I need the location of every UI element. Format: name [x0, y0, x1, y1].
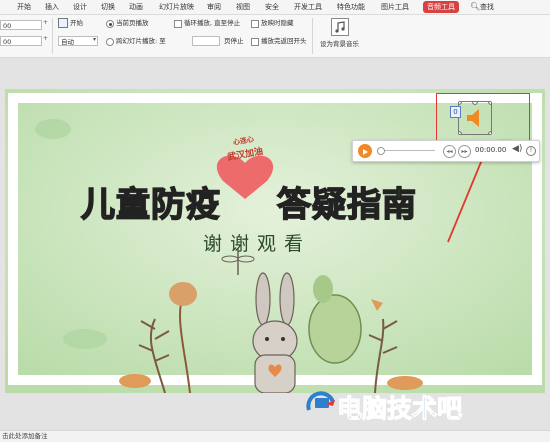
tab-review[interactable]: 审阅	[207, 1, 221, 13]
ribbon-panel: 00 + 00 + 开始 自动 ▾ 当前页播放 跨幻灯片播放: 至 页停止 循环…	[0, 15, 550, 58]
current-page-radio[interactable]	[106, 20, 114, 28]
tab-picture-tools[interactable]: 图片工具	[381, 1, 409, 13]
loop-label: 循环播放, 直至停止	[184, 19, 241, 27]
hide-checkbox[interactable]	[251, 20, 259, 28]
spin-down-icon[interactable]: +	[43, 35, 48, 42]
set-bg-music-label[interactable]: 设为背景音乐	[320, 39, 359, 49]
current-page-label: 当前页播放	[116, 19, 149, 27]
background-music-icon[interactable]	[331, 18, 349, 36]
loop-checkbox[interactable]	[174, 20, 182, 28]
tab-animation[interactable]: 动画	[129, 1, 143, 13]
tab-design[interactable]: 设计	[73, 1, 87, 13]
audio-player: ◂◂ ▸▸ 00:00.00 ◀) !	[352, 140, 540, 162]
start-dropdown[interactable]: 自动	[58, 36, 98, 46]
rewind-button[interactable]: ◂◂	[443, 145, 456, 158]
tab-slideshow[interactable]: 幻灯片放映	[159, 1, 194, 13]
start-icon	[58, 18, 68, 28]
volume-icon[interactable]: ◀)	[512, 144, 522, 154]
speaker-icon	[456, 99, 494, 137]
animation-order-badge: 0	[450, 106, 461, 118]
notes-bar[interactable]: 击此处添加备注	[0, 430, 550, 442]
hide-label: 放映时隐藏	[261, 19, 294, 27]
progress-track[interactable]	[377, 150, 435, 151]
watermark-text: 电脑技术吧	[336, 394, 463, 424]
rewind-label: 播放完返回开头	[261, 37, 307, 45]
cross-slide-label: 跨幻灯片播放: 至	[116, 37, 166, 45]
separator	[312, 18, 313, 54]
search-icon[interactable]: 🔍︎	[470, 2, 480, 11]
slide-subtitle[interactable]: 谢谢观看	[203, 229, 311, 256]
slide-title[interactable]: 儿童防疫 答疑指南	[80, 177, 481, 226]
info-icon[interactable]: !	[526, 146, 536, 156]
chevron-down-icon[interactable]: ▾	[93, 36, 96, 43]
play-button[interactable]	[358, 144, 372, 158]
tab-special[interactable]: 特色功能	[337, 1, 365, 13]
tab-insert[interactable]: 插入	[45, 1, 59, 13]
start-label: 开始	[70, 19, 83, 27]
search-label[interactable]: 查找	[480, 1, 494, 13]
spin-up-icon[interactable]: +	[43, 19, 48, 26]
playback-time: 00:00.00	[475, 146, 507, 154]
notes-placeholder: 击此处添加备注	[2, 432, 48, 440]
tab-view[interactable]: 视图	[236, 1, 250, 13]
tab-home[interactable]: 开始	[17, 1, 31, 13]
forward-button[interactable]: ▸▸	[458, 145, 471, 158]
tab-developer[interactable]: 开发工具	[294, 1, 322, 13]
rewind-checkbox[interactable]	[251, 38, 259, 46]
stop-page-input[interactable]	[192, 36, 220, 46]
tab-security[interactable]: 安全	[265, 1, 279, 13]
title-part1: 儿童防疫	[80, 184, 221, 226]
cross-slide-radio[interactable]	[106, 38, 114, 46]
tab-transition[interactable]: 切换	[101, 1, 115, 13]
volume-input-2[interactable]: 00	[0, 36, 42, 46]
title-part2: 答疑指南	[276, 184, 417, 226]
separator	[52, 18, 53, 54]
volume-input-1[interactable]: 00	[0, 20, 42, 30]
page-stop-label: 页停止	[224, 37, 244, 45]
ribbon-tab-bar: 开始 插入 设计 切换 动画 幻灯片放映 审阅 视图 安全 开发工具 特色功能 …	[0, 0, 550, 15]
tab-audio-tools[interactable]: 音频工具	[423, 1, 459, 13]
audio-object[interactable]	[456, 99, 494, 137]
progress-handle[interactable]	[377, 147, 385, 155]
watermark-logo-icon	[305, 390, 341, 418]
